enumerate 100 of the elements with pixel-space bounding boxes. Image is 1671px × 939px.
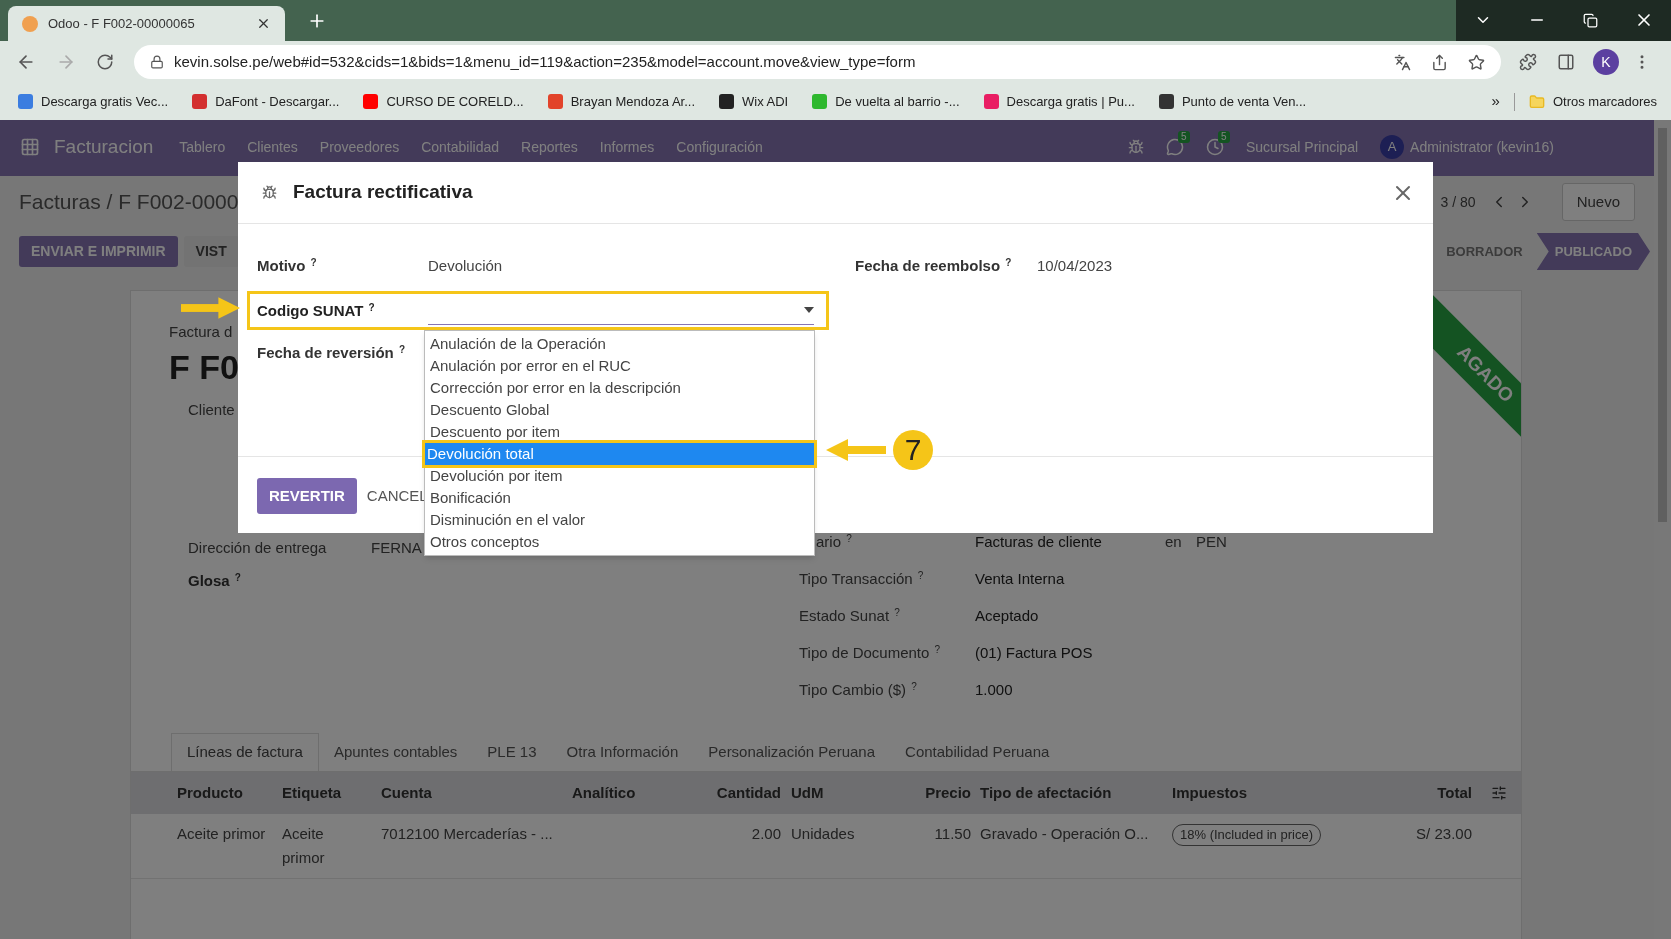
dropdown-option[interactable]: Disminución en el valor [425, 509, 814, 531]
dropdown-option[interactable]: Otros conceptos [425, 531, 814, 553]
user-menu[interactable]: Administrator (kevin16) [1410, 135, 1554, 159]
menu-item[interactable]: Reportes [521, 135, 578, 159]
pointer-arrow [826, 439, 886, 461]
app-name[interactable]: Facturacion [54, 135, 154, 159]
dropdown-option[interactable]: Corrección por error en la descripción [425, 377, 814, 399]
clock-icon[interactable] [1206, 138, 1224, 156]
extensions-icon[interactable] [1519, 53, 1537, 71]
share-icon[interactable] [1431, 53, 1448, 71]
column-header[interactable]: Precio [896, 781, 975, 805]
bookmark-link[interactable]: DaFont - Descargar... [215, 91, 340, 112]
column-header[interactable]: Tipo de afectación [975, 781, 1167, 805]
dropdown-option[interactable]: Anulación por error en el RUC [425, 355, 814, 377]
field-value: (01) Factura POS [975, 643, 1093, 663]
field-label: Tipo Transacción $^{?}$ [799, 570, 924, 587]
table-cell-text: 11.50 [933, 824, 972, 844]
star-icon[interactable] [1468, 53, 1485, 71]
field-value: 10/04/2023 [1037, 256, 1113, 276]
field-label: en [1165, 532, 1183, 552]
primary-button[interactable]: REVERTIR [257, 478, 357, 514]
column-header[interactable]: Cuenta [381, 781, 572, 805]
tab[interactable]: Líneas de factura [171, 733, 319, 771]
tab[interactable]: Contabilidad Peruana [890, 733, 1065, 771]
field-value: Venta Interna [975, 569, 1065, 589]
column-header[interactable]: Etiqueta [282, 781, 381, 805]
tab[interactable]: Personalización Peruana [693, 733, 891, 771]
restore-icon[interactable] [1583, 13, 1598, 28]
lock-icon [150, 55, 164, 69]
menu-item[interactable]: Tablero [179, 135, 226, 159]
action-button[interactable]: VIST [183, 236, 239, 267]
folder-icon [1528, 93, 1545, 110]
user-avatar[interactable]: A [1380, 135, 1405, 159]
dropdown-option[interactable]: Bonificación [425, 487, 814, 509]
more-bookmarks-button[interactable]: » [1491, 90, 1500, 113]
menu-item[interactable]: Informes [599, 135, 655, 159]
menu-item[interactable]: Contabilidad [421, 135, 500, 159]
company-switcher[interactable]: Sucursal Principal [1246, 135, 1359, 159]
profile-avatar[interactable]: K [1593, 49, 1619, 75]
field-value: Facturas de cliente [975, 532, 1103, 552]
pointer-arrow [181, 297, 240, 319]
dropdown-option[interactable]: Descuento Global [425, 399, 814, 421]
field-label: ario $^{?}$ [816, 533, 852, 550]
breadcrumb[interactable]: Facturas / F F002-0000 [19, 186, 239, 218]
new-button[interactable]: Nuevo [1561, 183, 1635, 221]
dropdown-option[interactable]: Anulación de la Operación [425, 333, 814, 355]
field-label: Codigo SUNAT $^{?}$ [257, 300, 376, 321]
status-step[interactable]: PUBLICADO [1536, 233, 1650, 270]
scrollbar-thumb[interactable] [1658, 128, 1667, 522]
bookmark-link[interactable]: Wix ADI [742, 91, 789, 112]
column-header[interactable]: Producto [177, 781, 282, 805]
tab[interactable]: PLE 13 [472, 733, 552, 771]
action-button[interactable]: ENVIAR E IMPRIMIR [19, 236, 178, 267]
column-header[interactable]: Analítico [572, 781, 702, 805]
column-header[interactable]: Impuestos [1167, 781, 1381, 805]
table-cell-text: 2.00 [750, 824, 782, 844]
scrollbar[interactable] [1654, 120, 1671, 939]
table-cell-text: Gravado - Operación O... [979, 824, 1150, 844]
count-badge: 5 [1218, 131, 1230, 143]
field-value: Aceptado [975, 606, 1039, 626]
dropdown-option[interactable]: Descuento por item [425, 421, 814, 443]
tab[interactable]: Apuntes contables [318, 733, 473, 771]
field-label: Cliente [187, 400, 235, 420]
table-cell-text: Aceite primor [177, 824, 267, 844]
dialog-title: Factura rectificativa [293, 180, 473, 205]
column-header[interactable]: UdM [786, 781, 896, 805]
bug-icon[interactable] [1128, 139, 1144, 155]
favicon-icon [22, 15, 38, 32]
bookmark-link[interactable]: CURSO DE CORELD... [386, 91, 524, 112]
apps-icon[interactable] [20, 137, 40, 157]
field-label: Tipo Cambio ($) $^{?}$ [799, 681, 917, 698]
dropdown-option[interactable]: Devolución total [422, 440, 817, 468]
table-cell-text: 7012100 Mercaderías - ... [381, 824, 554, 844]
bookmark-link[interactable]: Brayan Mendoza Ar... [570, 91, 695, 112]
translate-icon[interactable] [1394, 53, 1411, 71]
bookmark-link[interactable]: Otros marcadores [1552, 91, 1657, 112]
bookmark-link[interactable]: De vuelta al barrio -... [835, 91, 960, 112]
address-bar[interactable]: kevin.solse.pe/web#id=532&cids=1&bids=1&menu_id=119&action=235&model=account.move&view_type=form [134, 45, 1501, 79]
table-cell-text: Aceite primor [282, 824, 326, 868]
field-label: Glosa $^{?}$ [188, 571, 242, 591]
chat-icon[interactable] [1166, 138, 1184, 156]
tab[interactable]: Otra Información [551, 733, 694, 771]
bookmark-link[interactable]: Descarga gratis | Pu... [1006, 91, 1135, 112]
reload-icon[interactable] [96, 53, 114, 71]
side-panel-icon[interactable] [1557, 53, 1575, 71]
close-icon[interactable] [256, 16, 271, 31]
menu-item[interactable]: Clientes [247, 135, 298, 159]
field-label: Dirección de entrega [188, 538, 328, 558]
column-header[interactable]: Cantidad [702, 781, 786, 805]
table-cell-text: S/ 23.00 [1415, 824, 1473, 844]
menu-item[interactable]: Configuración [676, 135, 763, 159]
count-badge: 5 [1178, 131, 1190, 143]
column-settings-icon[interactable] [1491, 785, 1507, 801]
column-header[interactable]: Total [1381, 781, 1477, 805]
cancel-button[interactable]: CANCEL [366, 478, 428, 514]
document-type: Factura d [169, 322, 233, 342]
bookmark-link[interactable]: Descarga gratis Vec... [41, 91, 169, 112]
dropdown-option[interactable]: Devolución por item [425, 465, 814, 487]
menu-item[interactable]: Proveedores [319, 135, 400, 159]
bookmark-link[interactable]: Punto de venta Ven... [1181, 91, 1307, 112]
